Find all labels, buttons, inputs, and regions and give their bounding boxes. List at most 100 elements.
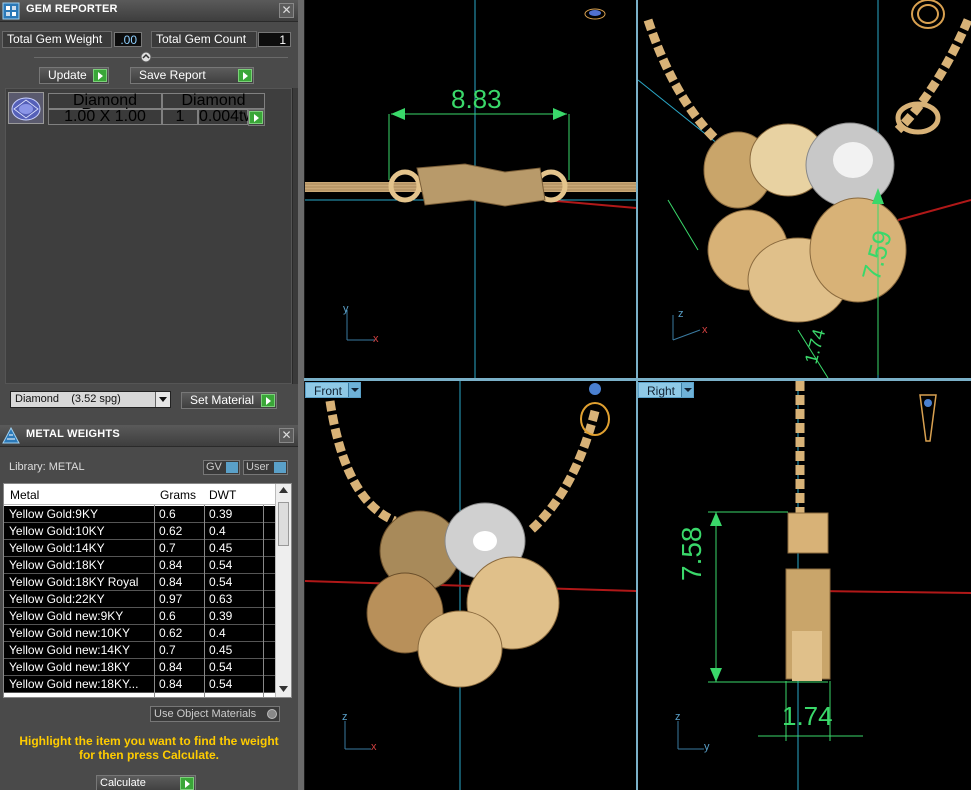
top-view-drawing <box>305 0 636 378</box>
ring-widget-icon <box>911 0 945 29</box>
panel-splitter[interactable] <box>298 0 304 790</box>
column-header-metal[interactable]: Metal <box>10 488 39 502</box>
use-object-materials-toggle[interactable]: Use Object Materials <box>150 706 280 722</box>
metal-name-cell: Yellow Gold new:18KY <box>9 660 130 674</box>
table-row[interactable]: Yellow Gold new:18KY 0.84 0.54 <box>4 659 276 676</box>
table-row[interactable]: Yellow Gold:14KY 0.7 0.45 <box>4 540 276 557</box>
table-row[interactable]: Yellow Gold new:10KY 0.62 0.4 <box>4 625 276 642</box>
divider <box>34 57 288 58</box>
dimension-label-secondary: 1.74 <box>782 701 833 731</box>
grams-cell: 0.6 <box>159 609 176 623</box>
gem-shape-cell[interactable]: Diamond Round <box>48 93 162 123</box>
metal-weights-titlebar: METAL WEIGHTS ✕ <box>0 425 298 447</box>
user-toggle[interactable]: User <box>243 460 288 475</box>
table-row[interactable]: Yellow Gold new:9KY 0.6 0.39 <box>4 608 276 625</box>
axis-x-label: x <box>373 333 379 345</box>
grams-cell: 0.84 <box>159 677 183 691</box>
viewport-front[interactable]: Front z x <box>305 381 636 790</box>
tab-front[interactable]: Front <box>305 382 361 398</box>
collapse-icon[interactable] <box>140 51 152 63</box>
user-label: User <box>246 461 270 473</box>
column-header-grams[interactable]: Grams <box>160 488 196 502</box>
chevron-down-icon[interactable] <box>681 383 693 397</box>
dwt-cell: 0.4 <box>209 626 226 640</box>
axis-y-label: y <box>704 741 710 753</box>
diamond-gem-icon <box>8 92 44 124</box>
metal-table-scrollbar[interactable] <box>275 484 291 697</box>
library-label: Library: METAL <box>9 461 85 473</box>
play-icon <box>180 777 194 790</box>
calculate-button[interactable]: Calculate <box>96 775 196 790</box>
gem-size-cell[interactable]: 1.00 X 1.00 <box>48 109 162 125</box>
dwt-cell: 0.54 <box>209 660 233 674</box>
tab-right[interactable]: Right <box>638 382 694 398</box>
table-row[interactable]: Yellow Gold:18KY 0.84 0.54 <box>4 557 276 574</box>
save-report-label: Save Report <box>139 68 206 82</box>
metal-weights-title: METAL WEIGHTS <box>26 428 120 440</box>
dwt-cell: 0.39 <box>209 507 233 521</box>
save-report-button[interactable]: Save Report <box>130 67 254 84</box>
viewport-perspective[interactable]: 7.59 1.74 z x <box>638 0 971 378</box>
hint-text-line1: Highlight the item you want to find the … <box>19 734 279 748</box>
table-row[interactable]: Yellow Gold:9KY 0.6 0.39 <box>4 506 276 523</box>
grams-cell: 0.84 <box>159 558 183 572</box>
scroll-down-icon[interactable] <box>279 686 288 693</box>
play-icon <box>93 69 107 82</box>
chevron-down-icon[interactable] <box>348 383 360 397</box>
calculate-label: Calculate <box>100 777 146 789</box>
play-icon <box>238 69 252 82</box>
metal-name-cell: Yellow Gold:10KY <box>9 524 105 538</box>
front-view-drawing <box>305 381 636 790</box>
perspective-view-drawing <box>638 0 971 378</box>
viewport-top[interactable]: 8.83 y x <box>305 0 636 378</box>
gv-toggle[interactable]: GV <box>203 460 240 475</box>
scroll-up-icon[interactable] <box>279 487 288 494</box>
table-row[interactable]: Yellow Gold:10KY 0.62 0.4 <box>4 523 276 540</box>
table-row[interactable]: Yellow Gold new:18KY... 0.84 0.54 <box>4 676 276 693</box>
grams-cell: 0.84 <box>159 660 183 674</box>
table-row[interactable]: Yellow Gold:18KY Royal 0.84 0.54 <box>4 574 276 591</box>
column-divider <box>204 505 205 697</box>
material-dropdown-value: Diamond (3.52 spg) <box>15 393 121 405</box>
close-icon[interactable]: ✕ <box>279 428 294 443</box>
metal-name-cell: Yellow Gold:22KY <box>9 592 105 606</box>
left-panel: GEM REPORTER ✕ Total Gem Weight .00 Tota… <box>0 0 298 790</box>
gem-count-cell[interactable]: 1 <box>162 109 198 125</box>
table-row[interactable]: Yellow Gold:22KY 0.97 0.63 <box>4 591 276 608</box>
column-header-dwt[interactable]: DWT <box>209 488 236 502</box>
metal-name-cell: Yellow Gold:18KY <box>9 558 105 572</box>
axis-x-label: x <box>702 324 708 336</box>
gem-list: Diamond Round Diamond 1.00 X 1.00 1 0.00… <box>5 88 292 384</box>
right-view-label: Right <box>647 384 676 398</box>
gem-row-go-button[interactable] <box>248 109 265 126</box>
material-dropdown[interactable]: Diamond (3.52 spg) <box>10 391 171 408</box>
gv-label: GV <box>206 461 222 473</box>
scroll-thumb[interactable] <box>278 502 289 546</box>
total-gem-weight-field[interactable]: .00 <box>114 32 142 47</box>
gem-material-cell[interactable]: Diamond <box>162 93 265 109</box>
set-material-button[interactable]: Set Material <box>181 392 277 409</box>
gem-weight-cell[interactable]: 0.004tw <box>198 109 255 125</box>
viewport-right[interactable]: Right 7.58 1.74 z y <box>638 381 971 790</box>
table-row[interactable]: Yellow Gold new:14KY 0.7 0.45 <box>4 642 276 659</box>
grams-cell: 0.84 <box>159 575 183 589</box>
top-view-widget-icon <box>584 8 606 20</box>
hint-text-line2: for then press Calculate. <box>78 748 220 762</box>
set-material-label: Set Material <box>190 393 255 407</box>
metal-name-cell: Yellow Gold:18KY Royal <box>9 575 139 589</box>
update-button-label: Update <box>48 68 87 82</box>
update-button[interactable]: Update <box>39 67 109 84</box>
gem-reporter-icon <box>2 2 20 20</box>
total-gem-count-field[interactable]: 1 <box>258 32 291 47</box>
metal-name-cell: Yellow Gold new:9KY <box>9 609 124 623</box>
axis-y-label: y <box>343 303 349 315</box>
grams-cell: 0.62 <box>159 524 183 538</box>
metal-name-cell: Yellow Gold:9KY <box>9 507 98 521</box>
close-icon[interactable]: ✕ <box>279 3 294 18</box>
info-icon <box>274 462 286 473</box>
dwt-cell: 0.45 <box>209 643 233 657</box>
dimension-label: 7.58 <box>676 526 707 582</box>
play-icon <box>261 394 275 407</box>
metal-name-cell: Yellow Gold new:18KY... <box>9 677 139 691</box>
column-divider <box>154 505 155 697</box>
